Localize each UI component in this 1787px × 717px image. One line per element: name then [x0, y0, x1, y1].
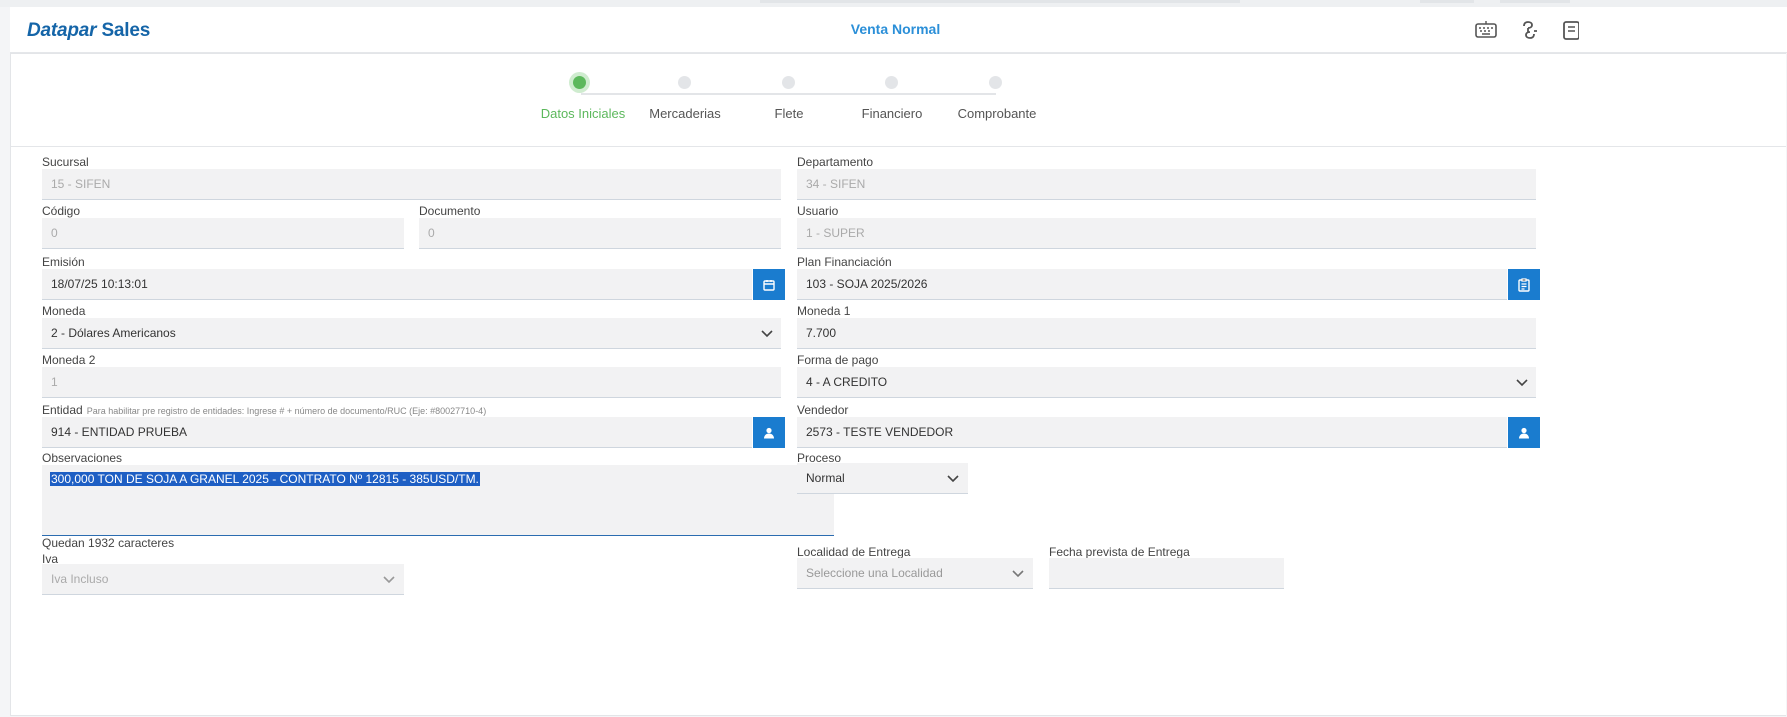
iva-select[interactable]: Iva Incluso: [42, 564, 404, 595]
stepper-line: [581, 93, 996, 95]
step-label-flete[interactable]: Flete: [729, 106, 849, 121]
observaciones-label: Observaciones: [42, 451, 123, 465]
calendar-icon: [763, 279, 775, 291]
chevron-down-icon[interactable]: [751, 318, 783, 349]
step-dot-comprobante[interactable]: [989, 76, 1002, 89]
user-icon: [1519, 427, 1529, 438]
plan-search-button[interactable]: [1508, 269, 1540, 300]
usuario-label: Usuario: [797, 204, 839, 218]
fecha-prevista-label: Fecha prevista de Entrega: [1049, 545, 1190, 559]
vendedor-search-button[interactable]: [1508, 417, 1540, 448]
step-dot-financiero[interactable]: [885, 76, 898, 89]
step-label-financiero[interactable]: Financiero: [832, 106, 952, 121]
plan-financiacion-field[interactable]: 103 - SOJA 2025/2026: [797, 269, 1507, 300]
moneda-select[interactable]: 2 - Dólares Americanos: [42, 318, 781, 349]
localidad-label: Localidad de Entrega: [797, 545, 911, 559]
proceso-value: Normal: [806, 471, 845, 485]
moneda1-label: Moneda 1: [797, 304, 851, 318]
iva-value: Iva Incluso: [51, 572, 109, 586]
codigo-field[interactable]: 0: [42, 218, 404, 249]
documento-field[interactable]: 0: [419, 218, 781, 249]
step-dot-flete[interactable]: [782, 76, 795, 89]
fecha-prevista-field[interactable]: [1049, 558, 1284, 589]
calendar-button[interactable]: [753, 269, 785, 300]
departamento-label: Departamento: [797, 155, 874, 169]
localidad-placeholder: Seleccione una Localidad: [806, 566, 943, 580]
forma-pago-select[interactable]: 4 - A CREDITO: [797, 367, 1536, 398]
chevron-down-icon[interactable]: [1506, 367, 1538, 398]
step-label-mercaderias[interactable]: Mercaderias: [625, 106, 745, 121]
keyboard-icon[interactable]: [1473, 17, 1499, 43]
entidad-field[interactable]: 914 - ENTIDAD PRUEBA: [42, 417, 752, 448]
form-card: Datos Iniciales Mercaderias Flete Financ…: [10, 53, 1786, 716]
documento-label: Documento: [419, 204, 481, 218]
entidad-label: Entidad Para habilitar pre registro de en…: [42, 403, 487, 417]
forma-pago-label: Forma de pago: [797, 353, 879, 367]
vendedor-field[interactable]: 2573 - TESTE VENDEDOR: [797, 417, 1507, 448]
observaciones-text: 300,000 TON DE SOJA A GRANEL 2025 - CONT…: [50, 472, 480, 486]
departamento-field[interactable]: 34 - SIFEN: [797, 169, 1536, 200]
clipboard-icon: [1518, 277, 1530, 292]
step-dot-mercaderias[interactable]: [678, 76, 691, 89]
entidad-hint: Para habilitar pre registro de entidades…: [86, 406, 487, 416]
sucursal-label: Sucursal: [42, 155, 89, 169]
wizard-stepper: Datos Iniciales Mercaderias Flete Financ…: [11, 54, 1786, 147]
usuario-field[interactable]: 1 - SUPER: [797, 218, 1536, 249]
user-icon: [764, 427, 774, 438]
vendedor-label: Vendedor: [797, 403, 849, 417]
chevron-down-icon[interactable]: [1002, 558, 1034, 589]
codigo-label: Código: [42, 204, 81, 218]
moneda2-field[interactable]: 1: [42, 367, 781, 398]
localidad-select[interactable]: Seleccione una Localidad: [797, 558, 1033, 589]
sucursal-field[interactable]: 15 - SIFEN: [42, 169, 781, 200]
app-header: Datapar Sales Venta Normal: [10, 7, 1787, 53]
chevron-down-icon[interactable]: [937, 463, 969, 494]
char-counter: Quedan 1932 caracteres: [42, 536, 175, 550]
observaciones-textarea[interactable]: 300,000 TON DE SOJA A GRANEL 2025 - CONT…: [42, 465, 834, 536]
emision-field[interactable]: 18/07/25 10:13:01: [42, 269, 752, 300]
moneda-label: Moneda: [42, 304, 86, 318]
plan-financiacion-label: Plan Financiación: [797, 255, 892, 269]
document-icon[interactable]: [1559, 17, 1579, 43]
link-icon[interactable]: [1516, 17, 1542, 43]
step-dot-datos-iniciales[interactable]: [573, 76, 586, 89]
step-label-comprobante[interactable]: Comprobante: [937, 106, 1057, 121]
moneda2-label: Moneda 2: [42, 353, 96, 367]
emision-label: Emisión: [42, 255, 85, 269]
moneda1-field[interactable]: 7.700: [797, 318, 1536, 349]
entidad-search-button[interactable]: [753, 417, 785, 448]
chevron-down-icon[interactable]: [373, 564, 405, 595]
top-strip: [0, 0, 1787, 7]
